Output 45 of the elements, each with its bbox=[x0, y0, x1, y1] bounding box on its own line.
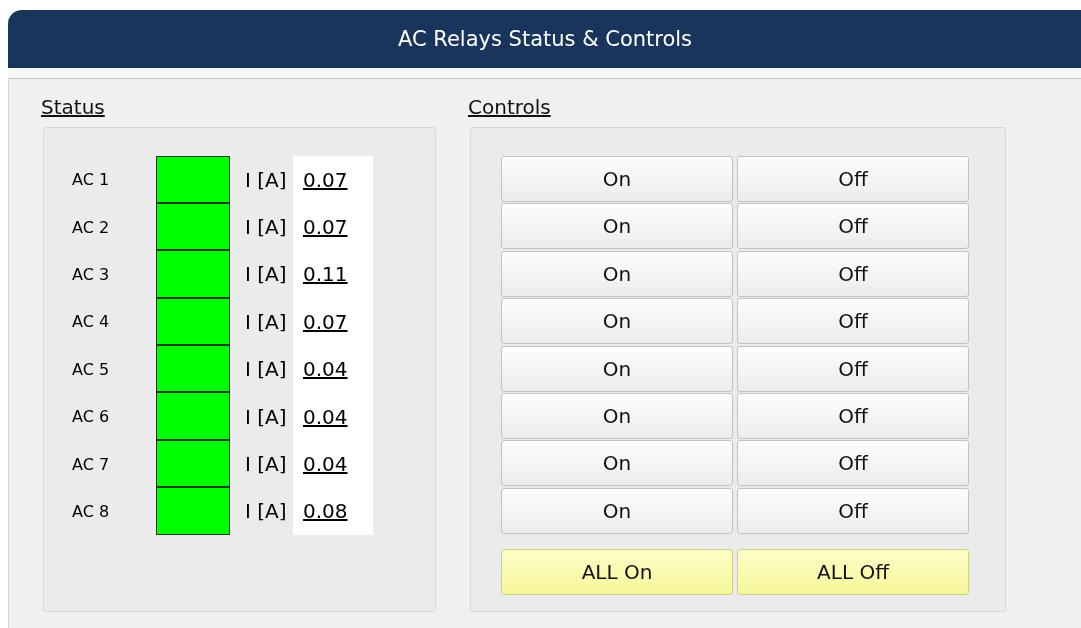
current-value: 0.11 bbox=[303, 262, 348, 287]
unit-label: I [A] bbox=[244, 309, 288, 334]
off-button[interactable]: Off bbox=[737, 298, 969, 345]
off-button[interactable]: Off bbox=[737, 440, 969, 487]
relay-label: AC 1 bbox=[71, 170, 111, 190]
all-on-button[interactable]: ALL On bbox=[501, 549, 733, 596]
current-value: 0.07 bbox=[303, 167, 348, 192]
unit-label: I [A] bbox=[244, 215, 288, 240]
current-value: 0.04 bbox=[303, 357, 348, 382]
on-button[interactable]: On bbox=[501, 392, 733, 439]
section-heading: Controls bbox=[468, 95, 552, 121]
off-button[interactable]: Off bbox=[737, 156, 969, 202]
on-button[interactable]: On bbox=[501, 298, 733, 345]
current-value: 0.07 bbox=[303, 309, 348, 334]
relay-label: AC 3 bbox=[71, 264, 111, 284]
off-button[interactable]: Off bbox=[737, 203, 969, 250]
relay-label: AC 2 bbox=[71, 217, 111, 237]
relay-label: AC 8 bbox=[71, 501, 111, 521]
relay-label: AC 7 bbox=[71, 454, 111, 474]
off-button[interactable]: Off bbox=[737, 345, 969, 392]
unit-label: I [A] bbox=[244, 404, 288, 429]
on-button[interactable]: On bbox=[501, 203, 733, 250]
current-value: 0.04 bbox=[303, 452, 348, 477]
relay-label: AC 6 bbox=[71, 407, 111, 427]
current-value: 0.07 bbox=[303, 215, 348, 240]
relay-label: AC 4 bbox=[71, 312, 111, 332]
off-button[interactable]: Off bbox=[737, 250, 969, 297]
on-button[interactable]: On bbox=[501, 156, 733, 202]
on-button[interactable]: On bbox=[501, 487, 733, 534]
on-button[interactable]: On bbox=[501, 345, 733, 392]
all-off-button[interactable]: ALL Off bbox=[737, 549, 969, 596]
unit-label: I [A] bbox=[244, 167, 288, 192]
unit-label: I [A] bbox=[244, 357, 288, 382]
current-value: 0.08 bbox=[303, 499, 348, 524]
unit-label: I [A] bbox=[244, 499, 288, 524]
unit-label: I [A] bbox=[244, 262, 288, 287]
window-title: AC Relays Status & Controls bbox=[8, 10, 1081, 78]
on-button[interactable]: On bbox=[501, 250, 733, 297]
relay-label: AC 5 bbox=[71, 359, 111, 379]
off-button[interactable]: Off bbox=[737, 487, 969, 534]
on-button[interactable]: On bbox=[501, 440, 733, 487]
unit-label: I [A] bbox=[244, 452, 288, 477]
current-value: 0.04 bbox=[303, 404, 348, 429]
section-heading: Status bbox=[41, 95, 106, 121]
off-button[interactable]: Off bbox=[737, 392, 969, 439]
